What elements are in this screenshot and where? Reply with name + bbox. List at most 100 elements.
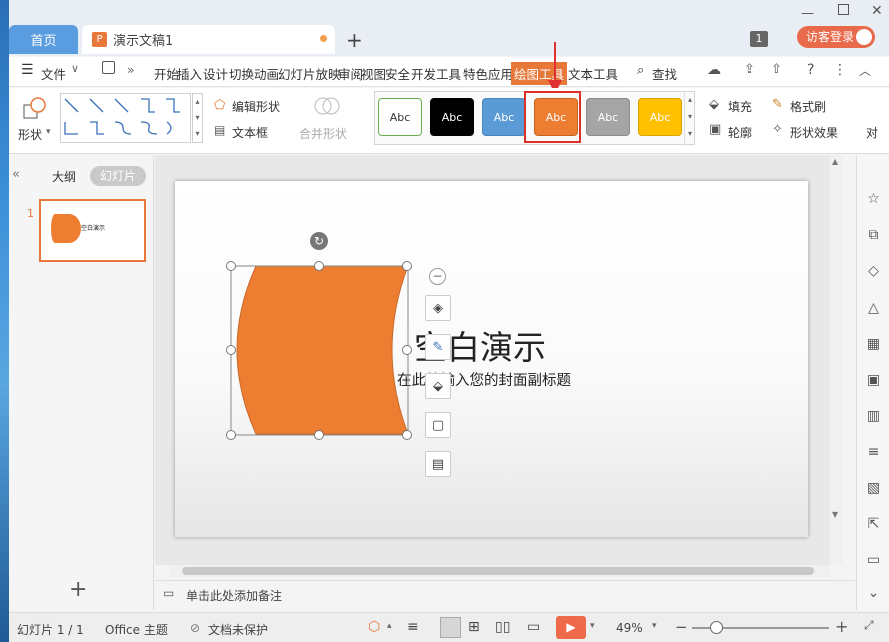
scroll-up-icon[interactable]: ▲ [832, 157, 838, 166]
outline-button[interactable]: 轮廓 [728, 124, 752, 141]
new-tab-button[interactable]: + [346, 28, 363, 52]
menu-animation[interactable]: 动画 [254, 64, 279, 83]
resize-handle[interactable] [314, 430, 324, 440]
slide-thumbnail[interactable]: 空白演示 [39, 199, 146, 262]
save-icon[interactable] [102, 61, 115, 74]
horizontal-scrollbar[interactable] [170, 565, 830, 577]
menu-insert[interactable]: 插入 [177, 64, 202, 83]
notes-view-icon[interactable]: ▭ [527, 619, 540, 635]
menu-review[interactable]: 审阅 [338, 64, 363, 83]
hamburger-icon[interactable]: ☰ [21, 62, 34, 78]
close-icon[interactable]: ✕ [871, 3, 883, 19]
shape-label[interactable]: 形状 [18, 126, 42, 143]
styles-scroll-icon[interactable]: ▴ ▾ ▾ [684, 91, 695, 145]
play-dropdown-icon[interactable]: ▾ [590, 621, 595, 631]
selected-shape[interactable] [226, 262, 416, 442]
style-swatch-4[interactable]: Abc [534, 98, 578, 136]
edit-shape-button[interactable]: 编辑形状 [232, 98, 280, 115]
outline-tab[interactable]: 大纲 [52, 168, 76, 185]
add-slide-icon[interactable]: + [69, 577, 87, 602]
zoom-slider-thumb[interactable] [710, 621, 723, 634]
tab-document[interactable]: P 演示文稿1 [82, 25, 335, 54]
search-label[interactable]: 查找 [652, 64, 677, 83]
minimize-icon[interactable]: — [801, 6, 814, 21]
menu-features[interactable]: 特色应用 [463, 64, 513, 83]
merge-shape-button[interactable]: 合并形状 [299, 125, 347, 142]
text-wrap-icon[interactable]: ▤ [425, 451, 451, 477]
line-shapes-gallery[interactable] [60, 93, 191, 143]
resize-handle[interactable] [402, 430, 412, 440]
expand-down-icon[interactable]: ⌄ [865, 585, 882, 602]
style-swatch-1[interactable]: Abc [378, 98, 422, 136]
scroll-down-icon[interactable]: ▼ [832, 510, 838, 519]
zoom-level[interactable]: 49% [616, 621, 643, 635]
login-button[interactable]: 访客登录 [797, 26, 875, 48]
shape-effect-button[interactable]: 形状效果 [790, 124, 838, 141]
notes-pane[interactable]: ▭ 单击此处添加备注 [155, 580, 855, 608]
format-brush-button[interactable]: 格式刷 [790, 98, 826, 115]
menu-transition[interactable]: 切换 [229, 64, 254, 83]
menu-security[interactable]: 安全 [385, 64, 410, 83]
rotate-handle-icon[interactable]: ↻ [310, 232, 328, 250]
scroll-thumb[interactable] [182, 567, 814, 575]
help-icon[interactable]: ? [807, 62, 814, 78]
resize-handle[interactable] [226, 261, 236, 271]
layer-icon[interactable]: ◈ [425, 295, 451, 321]
more-icon[interactable]: ⋮ [833, 62, 847, 78]
layers-icon[interactable]: △ [865, 300, 882, 317]
style-swatch-3[interactable]: Abc [482, 98, 526, 136]
gallery-scroll-icon[interactable]: ▴ ▾ ▾ [192, 93, 203, 143]
window-count-badge[interactable]: 1 [750, 31, 768, 47]
zoom-out-icon[interactable]: − [675, 618, 688, 636]
text-box-button[interactable]: 文本框 [232, 124, 268, 141]
notes-toggle-icon[interactable]: ≡ [407, 619, 419, 635]
collapse-ribbon-icon[interactable]: ︿ [859, 62, 871, 79]
tab-home[interactable]: 首页 [9, 25, 78, 54]
theme-name[interactable]: Office 主题 [105, 621, 168, 638]
menu-view[interactable]: 视图 [361, 64, 386, 83]
resize-handle[interactable] [226, 345, 236, 355]
grid-view-icon[interactable]: ⊞ [468, 619, 480, 635]
notes-placeholder[interactable]: 单击此处添加备注 [186, 587, 282, 604]
more-arrows-icon[interactable]: » [127, 62, 135, 77]
zoom-dropdown-icon[interactable]: ▾ [652, 621, 657, 631]
fill-button[interactable]: 填充 [728, 98, 752, 115]
fit-window-icon[interactable]: ⤢ [864, 618, 874, 633]
zoom-in-icon[interactable]: + [835, 617, 848, 636]
style-swatch-2[interactable]: Abc [430, 98, 474, 136]
share-icon[interactable]: ⇪ [744, 62, 755, 77]
chart-icon[interactable]: ▥ [865, 408, 882, 425]
menu-slideshow[interactable]: 幻灯片放映 [278, 64, 341, 83]
beautify-icon[interactable]: ⬡ [368, 619, 380, 635]
collapse-toolbar-icon[interactable]: − [429, 268, 446, 285]
border-icon[interactable]: ▢ [425, 412, 451, 438]
image-icon[interactable]: ▧ [865, 480, 882, 497]
pin-icon[interactable]: ☆ [865, 191, 882, 208]
menu-developer[interactable]: 开发工具 [411, 64, 461, 83]
menu-file[interactable]: 文件 [41, 64, 66, 83]
shape-tool-icon[interactable] [23, 96, 46, 119]
search-icon[interactable]: ⌕ [637, 63, 644, 78]
reading-view-icon[interactable]: ▯▯ [495, 619, 510, 635]
export-share-icon[interactable]: ⇱ [865, 516, 882, 533]
chevron-down-icon[interactable]: ∨ [71, 62, 79, 75]
apps-icon[interactable]: ▣ [865, 372, 882, 389]
archive-icon[interactable]: ▭ [865, 552, 882, 569]
menu-text-tools[interactable]: 文本工具 [568, 64, 618, 83]
style-swatch-6[interactable]: Abc [638, 98, 682, 136]
play-slideshow-icon[interactable]: ▶ [556, 616, 586, 639]
pen-icon[interactable]: ✎ [425, 334, 451, 360]
normal-view-icon[interactable] [440, 617, 461, 638]
shapes-icon[interactable]: ◇ [865, 263, 882, 280]
collapse-panel-icon[interactable]: « [12, 167, 20, 182]
slide-subtitle[interactable]: 在此处输入您的封面副标题 [397, 369, 571, 390]
protect-status[interactable]: 文档未保护 [208, 621, 268, 638]
cloud-icon[interactable]: ☁ [707, 62, 721, 78]
export-icon[interactable]: ⇧ [771, 62, 782, 77]
menu-home[interactable]: 开始 [154, 64, 179, 83]
resize-handle[interactable] [402, 261, 412, 271]
settings-sliders-icon[interactable]: ≡ [865, 444, 882, 461]
style-swatch-5[interactable]: Abc [586, 98, 630, 136]
resize-handle[interactable] [402, 345, 412, 355]
slides-tab[interactable]: 幻灯片 [90, 166, 146, 186]
